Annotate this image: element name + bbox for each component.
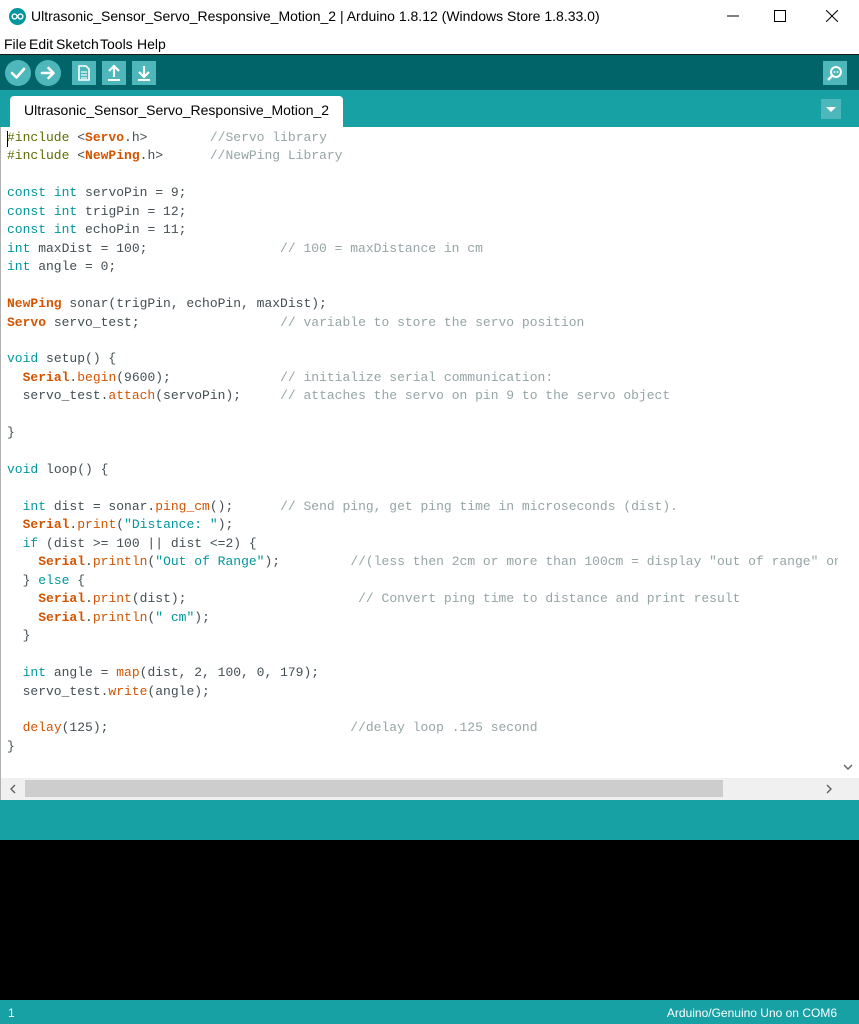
window-title: Ultrasonic_Sensor_Servo_Responsive_Motio… bbox=[31, 8, 600, 24]
menu-edit[interactable]: Edit bbox=[29, 36, 53, 52]
board-port: Arduino/Genuino Uno on COM6 bbox=[666, 1006, 837, 1020]
code-line: const int echoPin = 11; bbox=[7, 222, 187, 238]
menu-tools[interactable]: Tools bbox=[100, 36, 133, 52]
menu-help[interactable]: Help bbox=[137, 36, 166, 52]
open-icon bbox=[108, 64, 120, 81]
upload-icon bbox=[40, 66, 55, 80]
code-line: } bbox=[7, 628, 31, 644]
vertical-scrollbar[interactable] bbox=[838, 127, 859, 778]
code-line: } bbox=[7, 425, 15, 441]
status-bar: 1 Arduino/Genuino Uno on COM6 bbox=[0, 1000, 859, 1024]
arduino-logo-icon bbox=[9, 8, 26, 25]
open-sketch-button[interactable] bbox=[102, 61, 126, 85]
minimize-icon bbox=[727, 15, 739, 17]
code-line: const int trigPin = 12; bbox=[7, 203, 187, 219]
close-button[interactable] bbox=[809, 0, 855, 33]
close-icon bbox=[826, 10, 838, 22]
maximize-button[interactable] bbox=[757, 0, 803, 33]
chevron-down-icon bbox=[826, 107, 836, 112]
code-line: Serial.print(dist); // Convert ping time… bbox=[38, 591, 741, 607]
horizontal-scrollbar[interactable] bbox=[0, 778, 859, 800]
code-line: int angle = map(dist, 2, 100, 0, 179); bbox=[22, 665, 320, 681]
code-line: delay(125); //delay loop .125 second bbox=[22, 720, 538, 736]
maximize-icon bbox=[774, 10, 786, 22]
menu-file[interactable]: File bbox=[4, 36, 27, 52]
scroll-left-icon[interactable] bbox=[10, 784, 16, 794]
scroll-right-icon[interactable] bbox=[826, 784, 832, 794]
code-line: #include <Servo.h> //Servo library bbox=[7, 130, 327, 145]
tab-sketch[interactable]: Ultrasonic_Sensor_Servo_Responsive_Motio… bbox=[10, 96, 344, 127]
menu-bar: File Edit Sketch Tools Help bbox=[0, 33, 859, 54]
toolbar bbox=[0, 54, 859, 90]
scroll-down-icon[interactable] bbox=[843, 763, 853, 771]
code-line: } bbox=[7, 738, 15, 754]
code-line: servo_test.write(angle); bbox=[7, 683, 210, 699]
new-sketch-button[interactable] bbox=[72, 61, 96, 85]
console-output[interactable] bbox=[0, 840, 859, 1000]
code-line: int maxDist = 100; // 100 = maxDistance … bbox=[7, 240, 483, 256]
minimize-button[interactable] bbox=[710, 0, 756, 33]
verify-button[interactable] bbox=[5, 60, 31, 86]
code-editor[interactable]: #include <Servo.h> //Servo library #inclu… bbox=[0, 127, 859, 778]
code-line: Serial.print("Distance: "); bbox=[22, 517, 234, 533]
code-line: Serial.println("Out of Range"); //(less … bbox=[38, 554, 842, 570]
verify-icon bbox=[10, 67, 26, 79]
tab-strip: Ultrasonic_Sensor_Servo_Responsive_Motio… bbox=[0, 90, 859, 127]
title-bar: Ultrasonic_Sensor_Servo_Responsive_Motio… bbox=[0, 0, 859, 33]
save-icon bbox=[138, 66, 150, 81]
serial-monitor-button[interactable] bbox=[823, 61, 847, 85]
scrollbar-thumb[interactable] bbox=[25, 780, 723, 797]
save-sketch-button[interactable] bbox=[132, 61, 156, 85]
code-line: servo_test.attach(servoPin); // attaches… bbox=[7, 388, 671, 404]
code-line: int angle = 0; bbox=[7, 259, 117, 275]
code-line: if (dist >= 100 || dist <=2) { bbox=[22, 535, 257, 551]
tab-menu-button[interactable] bbox=[821, 99, 841, 119]
new-icon bbox=[78, 65, 90, 81]
upload-button[interactable] bbox=[35, 60, 61, 86]
code-line: void setup() { bbox=[7, 351, 117, 367]
message-area bbox=[0, 800, 859, 840]
code-line: const int servoPin = 9; bbox=[7, 185, 187, 201]
code-line: void loop() { bbox=[7, 462, 109, 478]
code-line: Serial.begin(9600); // initialize serial… bbox=[22, 369, 554, 385]
serial-monitor-icon bbox=[827, 66, 842, 81]
code-line: Servo servo_test; // variable to store t… bbox=[7, 314, 585, 330]
line-number: 1 bbox=[8, 1006, 15, 1020]
menu-sketch[interactable]: Sketch bbox=[56, 36, 99, 52]
code-line: } else { bbox=[7, 572, 86, 588]
code-line: Serial.println(" cm"); bbox=[38, 609, 210, 625]
code-line: int dist = sonar.ping_cm(); // Send ping… bbox=[22, 499, 678, 514]
tab-label: Ultrasonic_Sensor_Servo_Responsive_Motio… bbox=[24, 102, 330, 118]
code-line: NewPing sonar(trigPin, echoPin, maxDist)… bbox=[7, 296, 327, 312]
code-line: #include <NewPing.h> //NewPing Library bbox=[7, 148, 343, 164]
